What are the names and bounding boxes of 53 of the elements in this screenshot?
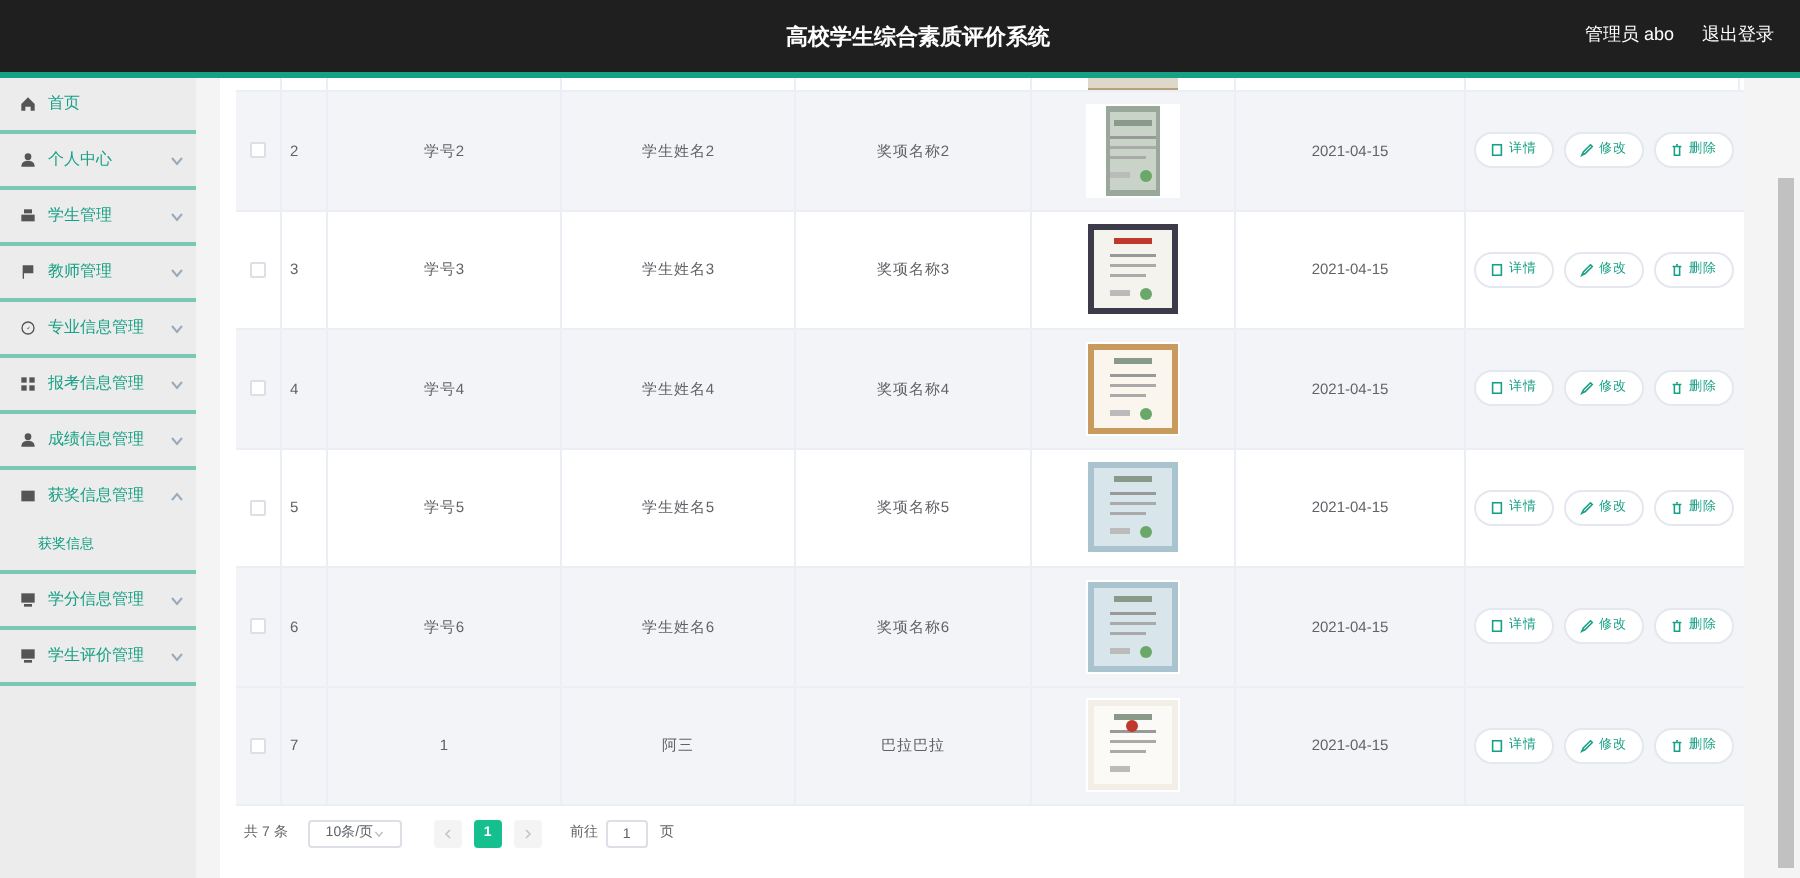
logout-link[interactable]: 退出登录 — [1702, 22, 1774, 50]
row-checkbox[interactable] — [250, 737, 266, 754]
trash-icon — [1669, 737, 1683, 754]
menu-item[interactable]: 专业信息管理 — [0, 302, 196, 354]
pencil-icon — [1579, 499, 1593, 516]
flag-icon — [20, 264, 36, 280]
home-icon — [20, 96, 36, 112]
menu-item[interactable]: 学分信息管理 — [0, 574, 196, 626]
pencil-icon — [1579, 261, 1593, 278]
menu-item[interactable]: 个人中心 — [0, 134, 196, 186]
pencil-icon — [1579, 618, 1593, 635]
document-icon — [1489, 142, 1503, 159]
scrollbar-thumb[interactable] — [1778, 178, 1794, 868]
card-icon — [20, 488, 36, 504]
chevron-down-icon — [373, 830, 384, 838]
document-icon — [1489, 618, 1503, 635]
prev-page-button[interactable] — [433, 820, 462, 848]
menu-item[interactable]: 获奖信息管理 — [0, 470, 196, 522]
row-checkbox[interactable] — [250, 261, 266, 278]
menu-item[interactable]: 报考信息管理 — [0, 358, 196, 410]
row-checkbox[interactable] — [250, 618, 266, 635]
pencil-icon — [1579, 737, 1593, 754]
trash-icon — [1669, 618, 1683, 635]
chevron-right-icon — [523, 828, 532, 840]
menu-item[interactable]: 学生管理 — [0, 190, 196, 242]
document-icon — [1489, 499, 1503, 516]
pencil-icon — [1579, 142, 1593, 159]
compass-icon — [20, 320, 36, 336]
grid-icon — [20, 376, 36, 392]
pencil-icon — [1579, 380, 1593, 397]
menu-item[interactable]: 学生评价管理 — [0, 630, 196, 682]
trash-icon — [1669, 142, 1683, 159]
document-icon — [1489, 380, 1503, 397]
row-checkbox[interactable] — [250, 499, 266, 516]
trash-icon — [1669, 380, 1683, 397]
trash-icon — [1669, 499, 1683, 516]
next-page-button[interactable] — [513, 820, 542, 848]
user-label: 管理员 abo — [1584, 22, 1674, 49]
menu-item[interactable]: 成绩信息管理 — [0, 414, 196, 466]
printer-icon — [20, 208, 36, 224]
trash-icon — [1669, 261, 1683, 278]
menu-item[interactable]: 首页 — [0, 78, 196, 130]
row-checkbox[interactable] — [250, 380, 266, 397]
app-title: 高校学生综合素质评价系统 — [786, 23, 1050, 54]
menu-item[interactable]: 教师管理 — [0, 246, 196, 298]
user-icon — [20, 432, 36, 448]
monitor-icon — [20, 592, 36, 608]
row-checkbox[interactable] — [250, 142, 266, 159]
user-icon — [20, 152, 36, 168]
document-icon — [1489, 737, 1503, 754]
monitor-icon — [20, 648, 36, 664]
document-icon — [1489, 261, 1503, 278]
chevron-left-icon — [443, 828, 452, 840]
